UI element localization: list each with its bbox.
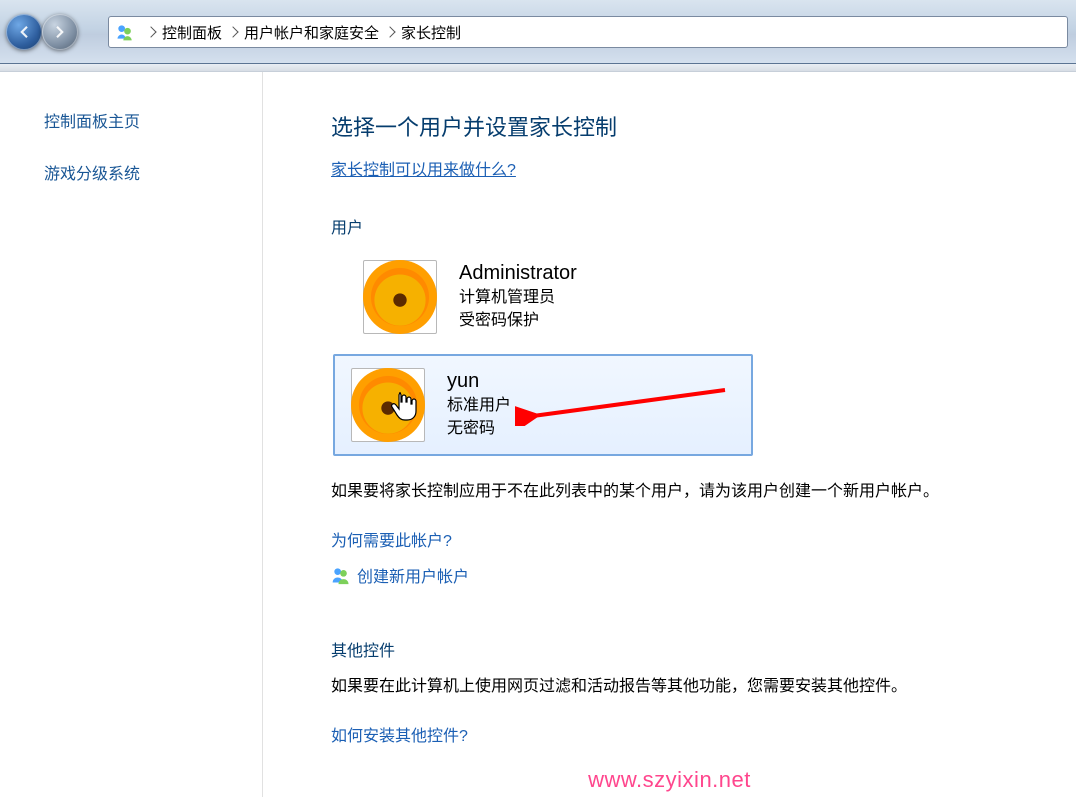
help-link[interactable]: 家长控制可以用来做什么? xyxy=(331,162,516,179)
breadcrumb-root[interactable]: 控制面板 xyxy=(161,20,223,45)
users-add-icon xyxy=(331,565,351,585)
how-install-link[interactable]: 如何安装其他控件? xyxy=(331,722,468,746)
chevron-right-icon xyxy=(384,26,395,37)
sidebar-link-rating[interactable]: 游戏分级系统 xyxy=(44,160,238,184)
breadcrumb-parental[interactable]: 家长控制 xyxy=(400,20,462,45)
avatar xyxy=(363,260,437,334)
other-controls-note: 如果要在此计算机上使用网页过滤和活动报告等其他功能，您需要安装其他控件。 xyxy=(331,675,967,700)
arrow-right-icon xyxy=(51,23,69,41)
user-status: 无密码 xyxy=(447,418,511,440)
chevron-right-icon xyxy=(145,26,156,37)
arrow-left-icon xyxy=(15,23,33,41)
sidebar: 控制面板主页 游戏分级系统 xyxy=(0,72,262,797)
watermark-text: www.szyixin.net xyxy=(588,767,751,793)
section-heading-users: 用户 xyxy=(331,214,967,238)
main-content: 选择一个用户并设置家长控制 家长控制可以用来做什么? 用户 Administra… xyxy=(263,72,1023,752)
user-card-administrator[interactable]: Administrator 计算机管理员 受密码保护 xyxy=(345,246,967,348)
toolbar-divider xyxy=(0,64,1076,72)
page-title: 选择一个用户并设置家长控制 xyxy=(331,110,967,142)
user-name: Administrator xyxy=(459,262,577,285)
user-name: yun xyxy=(447,370,511,393)
sidebar-link-home[interactable]: 控制面板主页 xyxy=(44,108,238,132)
create-account-label: 创建新用户帐户 xyxy=(357,563,469,587)
user-status: 受密码保护 xyxy=(459,310,577,332)
window-titlebar: 控制面板 用户帐户和家庭安全 家长控制 xyxy=(0,0,1076,64)
breadcrumb-accounts[interactable]: 用户帐户和家庭安全 xyxy=(243,20,380,45)
avatar xyxy=(351,368,425,442)
section-heading-other: 其他控件 xyxy=(331,637,967,661)
chevron-right-icon xyxy=(227,26,238,37)
why-account-link[interactable]: 为何需要此帐户? xyxy=(331,527,452,551)
user-card-yun[interactable]: yun 标准用户 无密码 xyxy=(333,354,753,456)
nav-back-button[interactable] xyxy=(6,14,42,50)
create-account-note: 如果要将家长控制应用于不在此列表中的某个用户，请为该用户创建一个新用户帐户。 xyxy=(331,480,967,505)
address-bar[interactable]: 控制面板 用户帐户和家庭安全 家长控制 xyxy=(108,16,1068,48)
create-account-link[interactable]: 创建新用户帐户 xyxy=(331,563,469,587)
users-shield-icon xyxy=(115,22,135,42)
user-role: 计算机管理员 xyxy=(459,287,577,309)
user-role: 标准用户 xyxy=(447,395,511,417)
nav-forward-button[interactable] xyxy=(42,14,78,50)
